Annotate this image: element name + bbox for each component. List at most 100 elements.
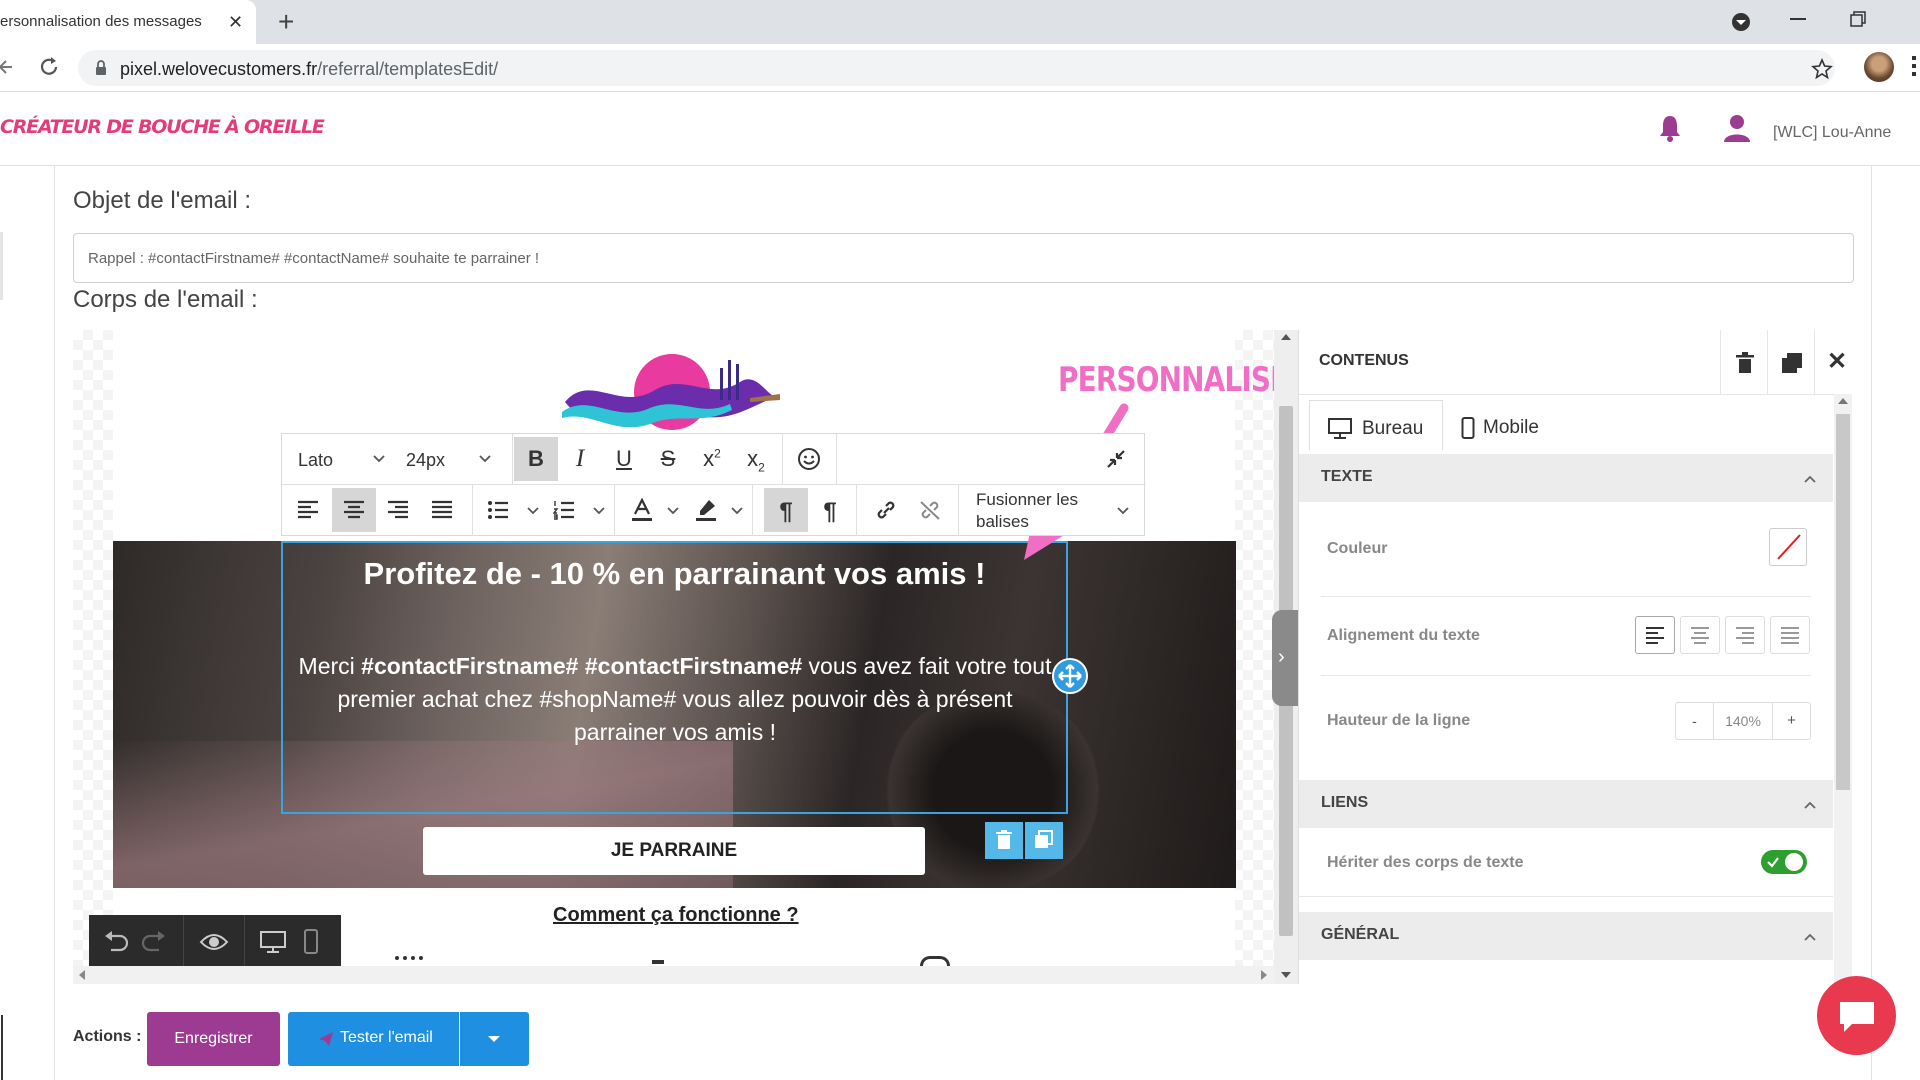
omnibox[interactable]: pixel.welovecustomers.fr/referral/templa…	[78, 50, 1835, 86]
undo-icon[interactable]	[103, 930, 129, 954]
superscript-icon[interactable]: x2	[690, 437, 734, 481]
bold-icon[interactable]: B	[514, 437, 558, 481]
chevron-up-icon[interactable]	[1803, 800, 1817, 810]
test-email-dropdown[interactable]	[460, 1012, 529, 1066]
restore-icon[interactable]	[1850, 11, 1866, 27]
notification-bell-icon[interactable]	[1658, 114, 1682, 142]
underline-icon[interactable]: U	[602, 437, 646, 481]
emoji-icon[interactable]	[787, 437, 831, 481]
url-host: pixel.welovecustomers.fr	[120, 59, 318, 79]
test-email-button[interactable]: Tester l'email	[288, 1012, 459, 1066]
scroll-up-icon[interactable]	[1281, 334, 1291, 340]
chevron-down-icon[interactable]	[730, 504, 744, 518]
unlink-icon[interactable]	[908, 488, 952, 532]
chevron-down-icon[interactable]	[526, 504, 540, 518]
italic-icon[interactable]: I	[558, 437, 602, 481]
canvas-horizontal-scrollbar[interactable]	[73, 966, 1274, 984]
panel-align-justify-icon[interactable]	[1770, 616, 1810, 654]
line-height-value[interactable]: 140%	[1714, 703, 1772, 739]
text-color-icon[interactable]	[620, 488, 664, 532]
user-name[interactable]: [WLC] Lou-Anne	[1773, 124, 1891, 142]
chevron-up-icon[interactable]	[1803, 474, 1817, 484]
chat-widget-button[interactable]	[1817, 976, 1896, 1055]
section-text-header[interactable]: TEXTE	[1299, 454, 1833, 502]
user-icon[interactable]	[1723, 114, 1751, 142]
subject-input[interactable]: Rappel : #contactFirstname# #contactName…	[73, 233, 1854, 283]
tab-mobile[interactable]: Mobile	[1483, 417, 1539, 439]
browser-tab[interactable]: ersonnalisation des messages W ✕	[0, 0, 256, 44]
scroll-left-icon[interactable]	[79, 970, 85, 980]
link-icon[interactable]	[864, 488, 908, 532]
section-links-header[interactable]: LIENS	[1299, 780, 1833, 828]
scroll-right-icon[interactable]	[1261, 970, 1267, 980]
reload-icon[interactable]	[38, 56, 60, 78]
panel-close-icon[interactable]: ✕	[1827, 350, 1847, 374]
delete-block-icon[interactable]	[985, 822, 1023, 859]
panel-scroll-thumb[interactable]	[1836, 414, 1850, 790]
chevron-down-icon[interactable]	[372, 452, 386, 466]
tab-desktop[interactable]: Bureau	[1309, 400, 1443, 450]
browser-menu-icon[interactable]	[1912, 56, 1916, 78]
new-tab-icon[interactable]: +	[278, 6, 294, 38]
tab-search-icon[interactable]	[1731, 12, 1751, 32]
numbered-list-icon[interactable]	[542, 488, 586, 532]
hero-title[interactable]: Profitez de - 10 % en parrainant vos ami…	[281, 556, 1068, 592]
mobile-preview-icon[interactable]	[303, 929, 319, 955]
back-icon[interactable]	[0, 56, 14, 78]
collapse-toolbar-icon[interactable]	[1105, 448, 1127, 470]
save-button[interactable]: Enregistrer	[147, 1012, 280, 1066]
scroll-down-icon[interactable]	[1281, 972, 1291, 978]
highlight-color-icon[interactable]	[684, 488, 728, 532]
align-right-icon[interactable]	[376, 488, 420, 532]
inherit-label: Hériter des corps de texte	[1327, 854, 1524, 871]
bullet-list-icon[interactable]	[476, 488, 520, 532]
app-logo[interactable]: CRÉATEUR DE BOUCHE À OREILLE	[0, 116, 325, 138]
email-logo-image[interactable]	[560, 352, 782, 432]
merge-tags-select[interactable]: Fusionner les balises	[976, 489, 1078, 533]
line-height-increase-button[interactable]: +	[1772, 703, 1810, 739]
desktop-preview-icon[interactable]	[259, 930, 287, 954]
app-header: CRÉATEUR DE BOUCHE À OREILLE [WLC] Lou-A…	[0, 92, 1920, 166]
panel-duplicate-icon[interactable]	[1781, 352, 1803, 374]
font-size-select[interactable]: 24px	[406, 450, 445, 471]
align-justify-icon[interactable]	[420, 488, 464, 532]
rtl-paragraph-icon[interactable]: ¶	[808, 488, 852, 532]
duplicate-block-icon[interactable]	[1025, 822, 1063, 859]
section-general-header[interactable]: GÉNÉRAL	[1299, 912, 1833, 960]
line-height-decrease-button[interactable]: -	[1676, 703, 1714, 739]
profile-avatar[interactable]	[1864, 52, 1894, 82]
ltr-paragraph-icon[interactable]: ¶	[764, 488, 808, 532]
panel-delete-icon[interactable]	[1735, 352, 1755, 374]
annotation-label: PERSONNALISEZ	[1058, 360, 1309, 400]
font-family-select[interactable]: Lato	[298, 450, 333, 471]
cta-button[interactable]: JE PARRAINE	[423, 827, 925, 875]
mobile-icon[interactable]	[1461, 417, 1475, 439]
scroll-up-icon[interactable]	[1838, 398, 1848, 404]
chevron-down-icon[interactable]	[478, 452, 492, 466]
align-left-icon[interactable]	[286, 488, 330, 532]
chevron-down-icon[interactable]	[666, 504, 680, 518]
inherit-toggle[interactable]	[1761, 850, 1807, 874]
chevron-down-icon[interactable]	[1116, 504, 1130, 518]
chevron-down-icon[interactable]	[592, 504, 606, 518]
toolbar-separator	[614, 485, 615, 536]
preview-eye-icon[interactable]	[199, 930, 229, 954]
tab-close-icon[interactable]: ✕	[228, 12, 243, 33]
panel-align-center-icon[interactable]	[1680, 616, 1720, 654]
panel-collapse-chevron-icon[interactable]: ›	[1272, 610, 1300, 706]
align-center-icon[interactable]	[332, 488, 376, 532]
hero-body-text[interactable]: Merci #contactFirstname# #contactFirstna…	[290, 650, 1060, 749]
minimize-icon[interactable]	[1790, 18, 1806, 20]
panel-scrollbar[interactable]	[1834, 394, 1852, 984]
subscript-icon[interactable]: x2	[734, 437, 778, 481]
url-path: /referral/templatesEdit/	[317, 59, 499, 79]
bookmark-star-icon[interactable]	[1811, 58, 1833, 80]
move-handle-icon[interactable]	[1052, 658, 1088, 694]
color-swatch[interactable]	[1769, 528, 1807, 566]
panel-align-left-icon[interactable]	[1635, 616, 1675, 654]
strikethrough-icon[interactable]: S	[646, 437, 690, 481]
redo-icon[interactable]	[141, 930, 167, 954]
panel-align-right-icon[interactable]	[1725, 616, 1765, 654]
chevron-up-icon[interactable]	[1803, 932, 1817, 942]
how-it-works-link[interactable]: Comment ça fonctionne ?	[553, 904, 799, 927]
